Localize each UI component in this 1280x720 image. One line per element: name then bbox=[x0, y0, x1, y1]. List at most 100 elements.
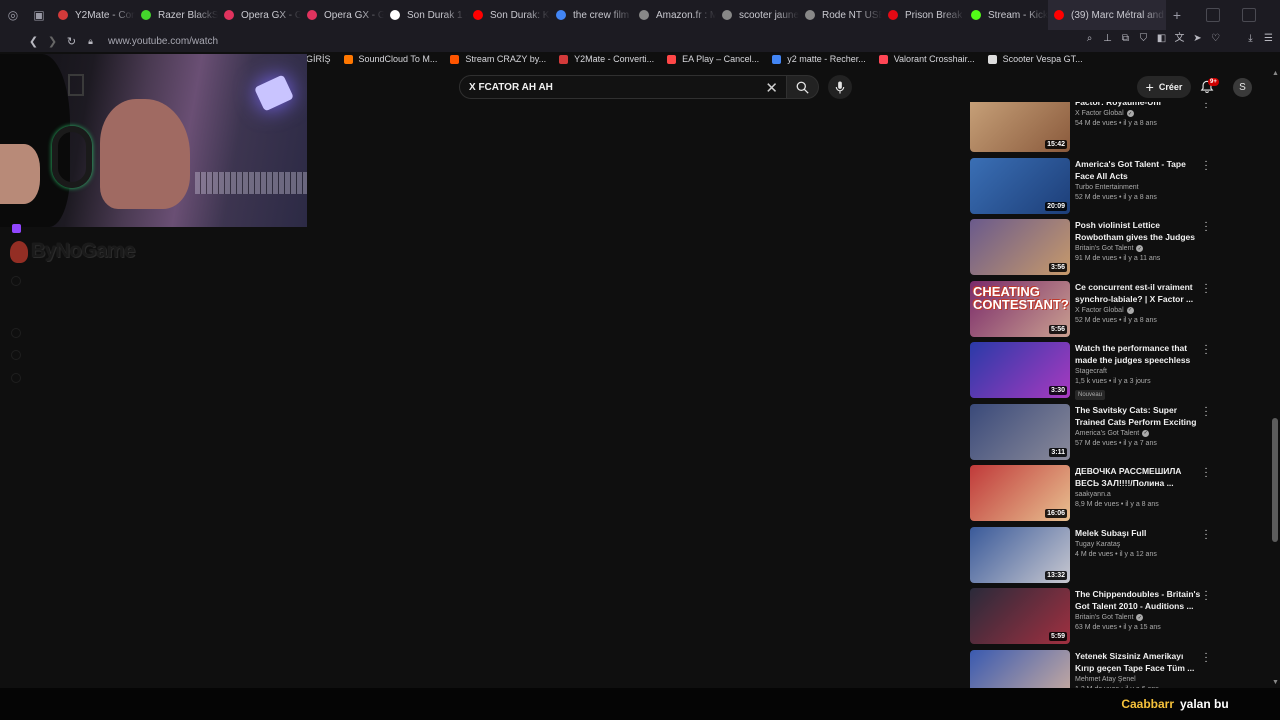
recommended-video[interactable]: 16:06 ДЕВОЧКА РАССМЕШИЛА ВЕСЬ ЗАЛ!!!!/Пол… bbox=[970, 464, 1215, 523]
scrollbar-track[interactable] bbox=[1271, 68, 1279, 688]
video-title[interactable]: America's Got Talent - Tape Face All Act… bbox=[1075, 158, 1201, 182]
bookmark-item[interactable]: GİRİŞ bbox=[306, 54, 331, 64]
more-options-icon[interactable]: ··· bbox=[1202, 648, 1210, 666]
video-thumbnail[interactable]: 13:32 bbox=[970, 526, 1070, 583]
video-title[interactable]: Posh violinist Lettice Rowbotham gives t… bbox=[1075, 219, 1201, 243]
browser-tab[interactable]: (39) Marc Métral and his bbox=[1048, 0, 1166, 30]
video-title[interactable]: Watch the performance that made the judg… bbox=[1075, 342, 1201, 366]
browser-tab[interactable]: scooter jaune bbox=[716, 0, 799, 30]
close-icon[interactable]: ✕ bbox=[765, 79, 778, 97]
browser-tab[interactable]: Opera GX - G bbox=[301, 0, 384, 30]
forward-icon[interactable]: ❯ bbox=[43, 35, 62, 48]
browser-tab[interactable]: Prison Break bbox=[882, 0, 965, 30]
search-input[interactable] bbox=[469, 81, 755, 93]
recommended-video[interactable]: 5:59 The Chippendoubles - Britain's Got T… bbox=[970, 587, 1215, 646]
bookmark-item[interactable]: SoundCloud To M... bbox=[343, 54, 437, 64]
search-button[interactable] bbox=[787, 75, 819, 99]
video-channel[interactable]: X Factor Global ✓ bbox=[1075, 306, 1201, 314]
video-channel[interactable]: Tugay Karataş bbox=[1075, 541, 1201, 548]
browser-tab[interactable]: Stream - Kick bbox=[965, 0, 1048, 30]
snapshot-icon[interactable] bbox=[1242, 8, 1256, 22]
pin-icon[interactable]: ⊥ bbox=[1102, 33, 1113, 44]
more-options-icon[interactable]: ··· bbox=[1202, 402, 1210, 420]
video-thumbnail[interactable]: 16:06 bbox=[970, 465, 1070, 521]
more-options-icon[interactable]: ··· bbox=[1202, 464, 1210, 482]
recommended-video[interactable]: 17:41Yetenek Sizsiniz Amerikayı Kırıp ge… bbox=[970, 648, 1215, 688]
create-button[interactable]: + Créer bbox=[1137, 76, 1191, 98]
video-channel[interactable]: America's Got Talent ✓ bbox=[1075, 429, 1201, 437]
video-title[interactable]: The Savitsky Cats: Super Trained Cats Pe… bbox=[1075, 404, 1201, 428]
vpn-icon[interactable]: ◧ bbox=[1156, 33, 1167, 44]
scroll-down-icon[interactable]: ▼ bbox=[1272, 679, 1279, 686]
video-channel[interactable]: X Factor Global ✓ bbox=[1075, 110, 1201, 117]
browser-tab[interactable]: Son Durak: K bbox=[467, 0, 550, 30]
browser-tab[interactable]: Son Durak 1 - bbox=[384, 0, 467, 30]
video-channel[interactable]: Turbo Entertainment bbox=[1075, 184, 1201, 191]
more-options-icon[interactable]: ··· bbox=[1202, 341, 1210, 359]
adblock-icon[interactable]: ⛉ bbox=[1138, 33, 1149, 44]
more-options-icon[interactable]: ··· bbox=[1202, 587, 1210, 605]
video-thumbnail[interactable]: 3:30 bbox=[970, 342, 1070, 398]
search-tabs-icon[interactable] bbox=[1206, 8, 1220, 22]
browser-tab[interactable]: Opera GX - G bbox=[218, 0, 301, 30]
browser-tab[interactable]: the crew film bbox=[550, 0, 633, 30]
more-options-icon[interactable]: ··· bbox=[1202, 525, 1210, 543]
video-thumbnail[interactable]: 5:59 bbox=[970, 588, 1070, 644]
url-text[interactable]: www.youtube.com/watch bbox=[108, 36, 218, 47]
video-thumbnail[interactable]: 3:11 bbox=[970, 403, 1070, 460]
workspace-icon[interactable]: ▣ bbox=[26, 0, 52, 30]
video-thumbnail[interactable]: CHEATING CONTESTANT? 5:56 bbox=[970, 280, 1070, 337]
video-title[interactable]: ДЕВОЧКА РАССМЕШИЛА ВЕСЬ ЗАЛ!!!!/Полина .… bbox=[1075, 465, 1201, 489]
video-thumbnail[interactable]: 15:42 bbox=[970, 102, 1070, 152]
browser-tab[interactable]: Rode NT USB bbox=[799, 0, 882, 30]
video-title[interactable]: Melek Subaşı Full bbox=[1075, 527, 1201, 539]
opera-menu-icon[interactable]: ◎ bbox=[0, 0, 26, 30]
video-title[interactable]: Ce concurrent est-il vraiment synchro-la… bbox=[1075, 281, 1201, 305]
video-channel[interactable]: Britain's Got Talent ✓ bbox=[1075, 245, 1201, 252]
scroll-up-icon[interactable]: ▲ bbox=[1272, 70, 1279, 77]
more-options-icon[interactable]: ··· bbox=[1202, 156, 1210, 174]
recommended-video[interactable]: CHEATING CONTESTANT? 5:56 Ce concurrent es… bbox=[970, 279, 1215, 339]
bookmark-item[interactable]: y2 matte - Recher... bbox=[772, 54, 866, 64]
avatar[interactable]: S bbox=[1233, 78, 1252, 97]
bookmark-item[interactable]: Stream CRAZY by... bbox=[450, 54, 546, 64]
browser-tab[interactable]: Y2Mate - Con bbox=[52, 0, 135, 30]
snapshot-icon[interactable]: ⧉ bbox=[1120, 33, 1131, 44]
video-thumbnail[interactable]: 17:41 bbox=[970, 649, 1070, 688]
recommended-video[interactable]: 20:09 America's Got Talent - Tape Face Al… bbox=[970, 156, 1215, 216]
video-channel[interactable]: Mehmet Atay Şenel bbox=[1075, 676, 1201, 683]
browser-tab[interactable]: Razer BlackSh bbox=[135, 0, 218, 30]
settings-icon[interactable]: ☰ bbox=[1263, 33, 1274, 44]
video-channel[interactable]: Britain's Got Talent ✓ bbox=[1075, 614, 1201, 621]
bookmark-item[interactable]: Y2Mate - Converti... bbox=[559, 54, 654, 64]
zoom-icon[interactable]: ⌕ bbox=[1084, 33, 1095, 44]
recommended-video[interactable]: 3:30 Watch the performance that made the … bbox=[970, 341, 1215, 400]
recommended-video[interactable]: 3:11 The Savitsky Cats: Super Trained Cat… bbox=[970, 402, 1215, 462]
bookmark-item[interactable]: Valorant Crosshair... bbox=[878, 54, 975, 64]
download-icon[interactable]: ⤓ bbox=[1245, 33, 1256, 44]
scrollbar-thumb[interactable] bbox=[1272, 418, 1278, 542]
video-channel[interactable]: saakyann.a bbox=[1075, 491, 1201, 498]
recommended-video[interactable]: 15:42 Factor: Royaume-Uni X Factor Global ✓… bbox=[970, 102, 1215, 154]
new-tab-button[interactable]: + bbox=[1166, 7, 1188, 23]
video-title[interactable]: The Chippendoubles - Britain's Got Talen… bbox=[1075, 588, 1201, 612]
reload-icon[interactable]: ↻ bbox=[62, 35, 81, 48]
bookmark-item[interactable]: EA Play – Cancel... bbox=[667, 54, 759, 64]
share-icon[interactable]: ➤ bbox=[1192, 33, 1203, 44]
video-title[interactable]: Factor: Royaume-Uni bbox=[1075, 102, 1201, 108]
more-options-icon[interactable]: ··· bbox=[1202, 279, 1210, 297]
recommended-video[interactable]: 13:32 Melek Subaşı Full Tugay Karataş 4 M d… bbox=[970, 525, 1215, 585]
voice-search-button[interactable] bbox=[828, 75, 852, 99]
recommended-video[interactable]: 3:56 Posh violinist Lettice Rowbotham giv… bbox=[970, 218, 1215, 277]
video-thumbnail[interactable]: 20:09 bbox=[970, 157, 1070, 214]
back-icon[interactable]: ❮ bbox=[24, 35, 43, 48]
video-title[interactable]: Yetenek Sizsiniz Amerikayı Kırıp geçen T… bbox=[1075, 650, 1201, 674]
translate-icon[interactable]: 文 bbox=[1174, 33, 1185, 44]
bookmark-item[interactable]: Scooter Vespa GT... bbox=[987, 54, 1083, 64]
more-options-icon[interactable]: ··· bbox=[1202, 218, 1210, 236]
browser-tab[interactable]: Amazon.fr : M bbox=[633, 0, 716, 30]
more-options-icon[interactable]: ··· bbox=[1202, 102, 1210, 113]
video-thumbnail[interactable]: 3:56 bbox=[970, 219, 1070, 275]
video-channel[interactable]: Stagecraft bbox=[1075, 368, 1201, 375]
heart-icon[interactable]: ♡ bbox=[1210, 33, 1221, 44]
